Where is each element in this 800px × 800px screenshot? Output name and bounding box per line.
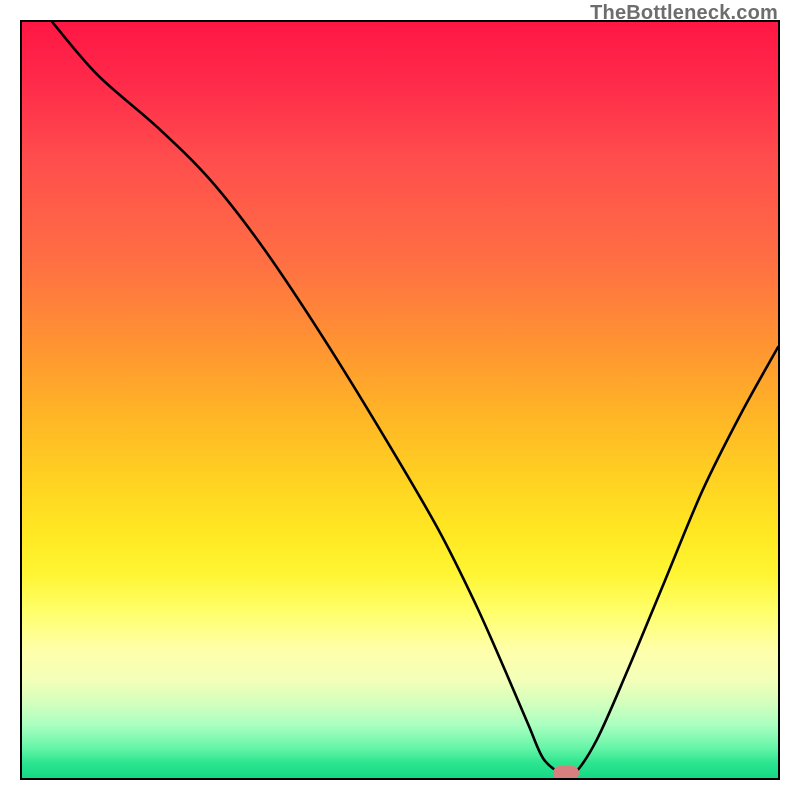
optimal-point-marker (553, 766, 579, 780)
bottleneck-curve (22, 22, 778, 778)
plot-area (20, 20, 780, 780)
chart-container: TheBottleneck.com (0, 0, 800, 800)
